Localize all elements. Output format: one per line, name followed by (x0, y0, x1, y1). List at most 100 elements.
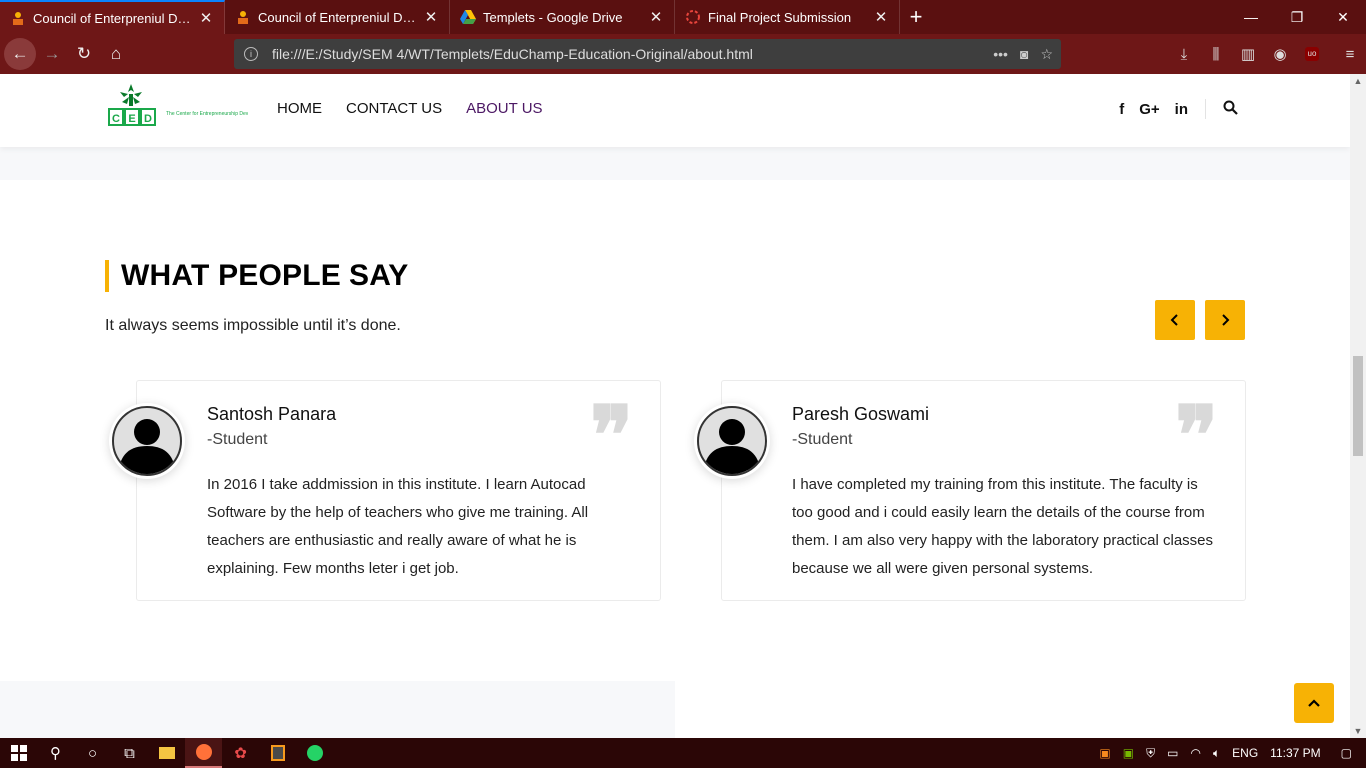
page-actions-icon[interactable]: ••• (993, 46, 1008, 62)
reload-icon[interactable]: ↻ (68, 38, 100, 70)
file-explorer-icon[interactable] (148, 738, 185, 768)
minimize-icon[interactable]: — (1228, 0, 1274, 34)
user-silhouette-icon (703, 419, 761, 474)
restore-icon[interactable]: ❐ (1274, 0, 1320, 34)
window-controls: — ❐ ✕ (1228, 0, 1366, 34)
battery-icon[interactable]: ▭ (1161, 746, 1184, 760)
quote-icon: ❞ (1174, 388, 1218, 482)
os-taskbar: ⚲ ○ ⧉ ✿ ▣ ▣ ⛨ ▭ ◠ 🔈︎ ENG 11:37 PM ▢ (0, 738, 1366, 768)
home-icon[interactable]: ⌂ (100, 38, 132, 70)
svg-text:The Center for Entrepreneurshi: The Center for Entrepreneurship Developm… (166, 111, 248, 117)
svg-text:D: D (144, 113, 152, 125)
site-favicon-icon (235, 9, 251, 25)
scroll-up-icon[interactable]: ▲ (1350, 74, 1366, 88)
facebook-icon[interactable]: f (1119, 101, 1124, 118)
account-icon[interactable]: ◉ (1264, 45, 1296, 63)
close-tab-icon[interactable]: ✕ (423, 8, 439, 26)
system-tray: ▣ ▣ ⛨ ▭ ◠ 🔈︎ ENG 11:37 PM ▢ (1093, 738, 1366, 768)
close-tab-icon[interactable]: ✕ (648, 8, 664, 26)
back-icon[interactable]: ← (4, 38, 36, 70)
section-subtitle: It always seems impossible until it’s do… (105, 317, 401, 334)
new-tab-button[interactable]: + (900, 0, 932, 34)
testimonial-role: -Student (207, 431, 268, 448)
testimonial-card: Santosh Panara -Student ❞ In 2016 I take… (109, 380, 661, 601)
security-shield-icon[interactable]: ⛨ (1140, 746, 1161, 761)
pocket-icon[interactable]: ◙ (1020, 46, 1028, 62)
section-title-light: SAY (348, 259, 409, 292)
nav-contact-us[interactable]: CONTACT US (346, 100, 442, 117)
whatsapp-icon[interactable] (296, 738, 333, 768)
carousel-next-button[interactable] (1205, 300, 1245, 340)
wifi-icon[interactable]: ◠ (1184, 746, 1206, 760)
menu-icon[interactable]: ≡ (1334, 46, 1366, 63)
svg-text:E: E (128, 113, 135, 125)
section-title: WHAT PEOPLE SAY (105, 259, 409, 292)
cortana-icon[interactable]: ○ (74, 738, 111, 768)
testimonial-role: -Student (792, 431, 853, 448)
browser-tab-2[interactable]: Council of Enterpreniul Devlopment ✕ (225, 0, 450, 34)
chevron-right-icon (1222, 314, 1230, 326)
search-icon[interactable]: ⚲ (37, 738, 74, 768)
forward-icon[interactable]: → (36, 38, 68, 70)
previous-section-bottom (0, 147, 1350, 180)
site-logo[interactable]: C E D The Center for Entrepreneurship De… (108, 82, 269, 130)
browser-tab-1[interactable]: Council of Enterpreniul Devlopment ✕ (0, 0, 225, 34)
chevron-up-icon (1308, 699, 1320, 707)
clock[interactable]: 11:37 PM (1264, 746, 1326, 760)
site-header: C E D The Center for Entrepreneurship De… (0, 74, 1350, 147)
nav-home[interactable]: HOME (277, 100, 322, 117)
scrollbar-thumb[interactable] (1353, 356, 1363, 456)
library-icon[interactable]: ⫼ (1200, 46, 1232, 63)
scroll-to-top-button[interactable] (1294, 683, 1334, 723)
testimonial-text: I have completed my training from this i… (792, 476, 1214, 577)
tab-title: Council of Enterpreniul Devlopment (258, 9, 419, 25)
url-text: file:///E:/Study/SEM 4/WT/Templets/EduCh… (272, 46, 753, 62)
testimonial-name: Paresh Goswami (792, 404, 930, 424)
language-indicator[interactable]: ENG (1226, 746, 1264, 760)
avatar (109, 403, 185, 479)
carousel-prev-button[interactable] (1155, 300, 1195, 340)
tab-title: Final Project Submission (708, 9, 852, 25)
browser-tab-strip: Council of Enterpreniul Devlopment ✕ Cou… (0, 0, 1366, 34)
main-navigation: HOME CONTACT US ABOUT US (277, 100, 543, 117)
browser-toolbar: ← → ↻ ⌂ i file:///E:/Study/SEM 4/WT/Temp… (0, 34, 1366, 74)
tab-title: Templets - Google Drive (483, 9, 623, 25)
loading-spinner-icon (685, 9, 701, 25)
tab-title: Council of Enterpreniul Devlopment (33, 10, 194, 26)
close-tab-icon[interactable]: ✕ (873, 8, 889, 26)
browser-tab-4[interactable]: Final Project Submission ✕ (675, 0, 900, 34)
notifications-icon[interactable]: ▢ (1327, 746, 1366, 760)
search-icon[interactable] (1223, 100, 1238, 119)
close-window-icon[interactable]: ✕ (1320, 0, 1366, 34)
next-section-top (0, 681, 675, 738)
site-favicon-icon (10, 10, 26, 26)
google-drive-icon (460, 9, 476, 25)
page-scrollbar[interactable]: ▲ ▼ (1350, 74, 1366, 738)
divider (1205, 99, 1206, 119)
google-plus-icon[interactable]: G+ (1139, 101, 1159, 118)
firefox-icon[interactable] (185, 738, 222, 768)
task-view-icon[interactable]: ⧉ (111, 738, 148, 768)
social-links: f G+ in (1119, 99, 1238, 119)
nvidia-icon[interactable]: ▣ (1117, 746, 1140, 760)
testimonial-text: In 2016 I take addmission in this instit… (207, 476, 589, 577)
close-tab-icon[interactable]: ✕ (198, 9, 214, 27)
page-info-icon[interactable]: i (244, 47, 258, 61)
ublock-icon[interactable]: uo (1296, 47, 1328, 61)
sidebar-icon[interactable]: ▥ (1232, 45, 1264, 63)
nav-about-us[interactable]: ABOUT US (466, 100, 542, 117)
scroll-down-icon[interactable]: ▼ (1350, 724, 1366, 738)
volume-icon[interactable]: 🔈︎ (1207, 746, 1226, 761)
bookmark-star-icon[interactable]: ☆ (1040, 46, 1053, 63)
quote-icon: ❞ (589, 388, 633, 482)
sublime-text-icon[interactable] (259, 738, 296, 768)
windows-start-icon[interactable] (0, 738, 37, 768)
linkedin-icon[interactable]: in (1175, 101, 1188, 118)
address-bar[interactable]: i file:///E:/Study/SEM 4/WT/Templets/Edu… (234, 39, 1061, 69)
downloads-icon[interactable]: ⤓ (1168, 46, 1200, 63)
app-gear-icon[interactable]: ✿ (222, 738, 259, 768)
svg-text:C: C (112, 113, 120, 125)
xampp-icon[interactable]: ▣ (1093, 746, 1116, 760)
browser-tab-3[interactable]: Templets - Google Drive ✕ (450, 0, 675, 34)
testimonial-card: Paresh Goswami -Student ❞ I have complet… (694, 380, 1246, 601)
